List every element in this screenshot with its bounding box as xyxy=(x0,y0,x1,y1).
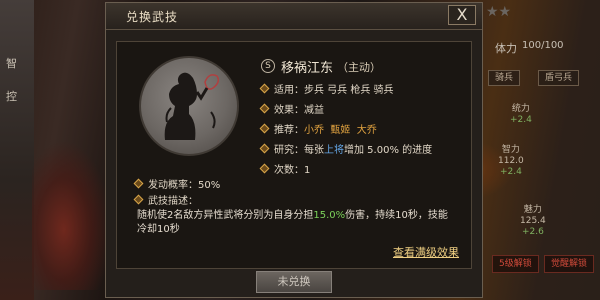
diamond-bullet-icon xyxy=(259,123,270,134)
left-side-strip xyxy=(0,0,34,300)
row-label: 推荐： xyxy=(274,125,304,136)
attr-label: 统力 xyxy=(511,104,530,114)
skill-type-tag: （主动） xyxy=(337,61,381,74)
row-trigger-chance: 发动概率：50% xyxy=(133,176,221,191)
research-highlight: 上将 xyxy=(324,145,344,156)
diamond-bullet-icon xyxy=(259,163,270,174)
diamond-bullet-icon xyxy=(259,103,270,114)
stamina-value: 100/100 xyxy=(522,40,564,51)
exchange-skill-dialog: 兑换武技 X S 移祸江东 （主动） 适用：步兵 弓兵 枪兵 骑兵 效果：减益 … xyxy=(105,2,483,298)
row-label: 研究： xyxy=(274,145,304,156)
row-label: 适用： xyxy=(274,85,304,96)
troop-chip-shield-bow[interactable]: 盾弓兵 xyxy=(538,70,580,86)
diamond-bullet-icon xyxy=(133,194,144,205)
skill-name: 移祸江东 xyxy=(281,61,334,76)
attr-value: 125.4 xyxy=(520,216,546,226)
desc-highlight: 15.0% xyxy=(313,210,346,221)
star-rating: ★★ xyxy=(486,4,512,20)
view-max-level-effect-link[interactable]: 查看满级效果 xyxy=(393,244,459,260)
exchange-button[interactable]: 未兑换 xyxy=(256,271,332,293)
attr-plus: +2.4 xyxy=(510,115,532,125)
background-flower-art xyxy=(32,140,112,290)
skill-portrait-image xyxy=(139,56,239,156)
skill-grade-badge: S xyxy=(261,59,275,73)
skill-description: 随机使2名敌方异性武将分别为自身分担15.0%伤害，持续10秒，技能冷却10秒 xyxy=(137,209,457,237)
row-label: 效果： xyxy=(274,105,304,116)
attr-value: 112.0 xyxy=(498,156,524,166)
dialog-title: 兑换武技 xyxy=(126,10,179,24)
diamond-bullet-icon xyxy=(259,143,270,154)
row-recommend: 推荐：小乔 甄姬 大乔 xyxy=(259,121,377,136)
attr-plus: +2.4 xyxy=(499,167,522,177)
row-count: 次数：1 xyxy=(259,161,311,176)
close-button[interactable]: X xyxy=(448,5,476,25)
attr-label: 魅力 xyxy=(523,205,542,215)
attr-label: 智力 xyxy=(501,145,520,155)
row-value: 步兵 弓兵 枪兵 骑兵 xyxy=(304,85,394,96)
diamond-bullet-icon xyxy=(259,83,270,94)
research-prefix: 每张 xyxy=(304,145,324,156)
row-research: 研究：每张上将增加 5.00% 的进度 xyxy=(259,141,433,156)
attr-block-intellect: 智力 112.0 +2.4 xyxy=(498,145,524,178)
research-suffix: 增加 5.00% 的进度 xyxy=(344,145,433,156)
row-label: 次数： xyxy=(274,165,304,176)
row-value: 50% xyxy=(198,180,221,191)
diamond-bullet-icon xyxy=(133,178,144,189)
row-description-label: 武技描述： xyxy=(133,192,198,207)
troop-chip-cavalry[interactable]: 骑兵 xyxy=(488,70,521,86)
unlock-level5-button[interactable]: 5级解锁 xyxy=(492,255,539,273)
row-value: 减益 xyxy=(304,105,324,116)
unlock-awaken-button[interactable]: 觉醒解锁 xyxy=(544,255,595,273)
close-icon: X xyxy=(456,5,468,24)
row-applicable: 适用：步兵 弓兵 枪兵 骑兵 xyxy=(259,81,394,96)
row-label: 武技描述： xyxy=(148,196,198,207)
dialog-titlebar: 兑换武技 X xyxy=(106,3,482,30)
skill-detail-panel: S 移祸江东 （主动） 适用：步兵 弓兵 枪兵 骑兵 效果：减益 推荐：小乔 甄… xyxy=(116,41,472,269)
desc-part1: 随机使2名敌方异性武将分别为自身分担 xyxy=(137,210,314,221)
row-value: 1 xyxy=(304,165,311,176)
recommend-general-2[interactable]: 甄姬 xyxy=(330,125,350,136)
recommend-general-3[interactable]: 大乔 xyxy=(357,125,377,136)
attr-block-charm: 魅力 125.4 +2.6 xyxy=(520,205,546,238)
stamina-label: 体力 xyxy=(495,42,517,55)
row-effect: 效果：减益 xyxy=(259,101,324,116)
attr-plus: +2.6 xyxy=(521,227,544,237)
attr-block-1: 统力 +2.4 xyxy=(510,104,532,126)
left-label-control: 控 xyxy=(6,90,17,103)
left-label-wisdom: 智 xyxy=(6,57,17,70)
silhouette-figure-icon xyxy=(164,72,220,140)
row-label: 发动概率： xyxy=(148,180,198,191)
recommend-general-1[interactable]: 小乔 xyxy=(304,125,324,136)
